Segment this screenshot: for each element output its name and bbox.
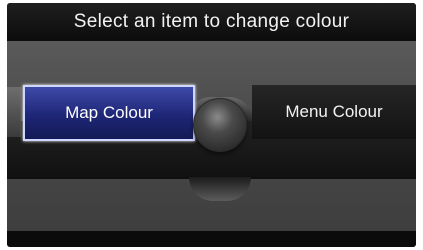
map-colour-label: Map Colour	[65, 103, 153, 122]
left-edge-stub	[7, 87, 21, 137]
bottom-bar	[7, 231, 416, 247]
navigation-screen: Select an item to change colour Map Colo…	[7, 3, 416, 247]
menu-colour-button[interactable]: Menu Colour	[252, 85, 416, 139]
page-title: Select an item to change colour	[73, 11, 350, 32]
menu-colour-label: Menu Colour	[285, 102, 383, 121]
selector-ring-bottom	[189, 177, 251, 201]
map-colour-button[interactable]: Map Colour	[23, 85, 195, 141]
joystick-knob-icon[interactable]	[193, 98, 247, 152]
title-bar: Select an item to change colour	[7, 3, 416, 41]
